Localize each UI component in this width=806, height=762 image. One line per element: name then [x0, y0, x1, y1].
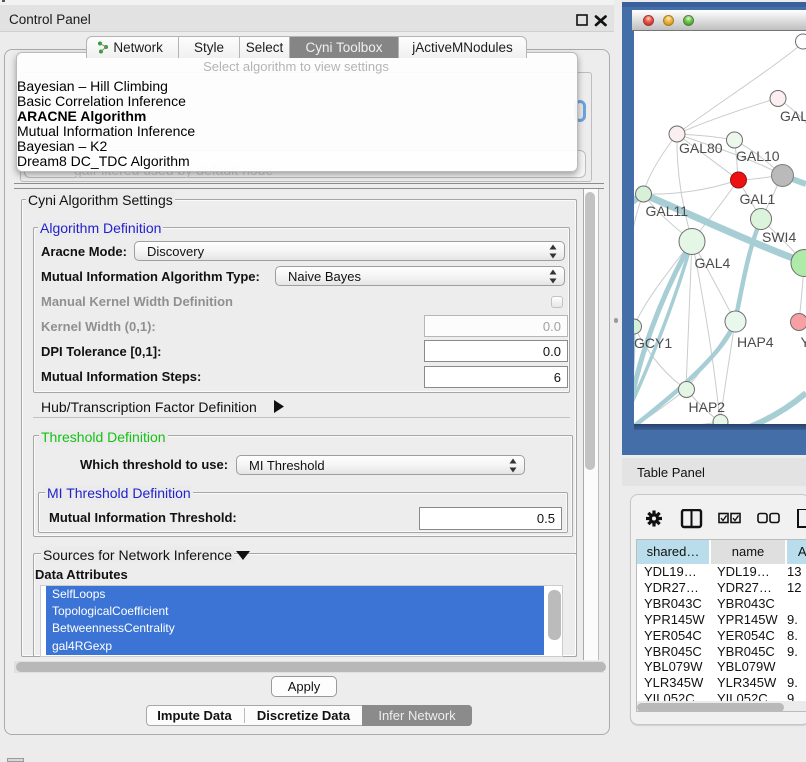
svg-text:GAL4: GAL4: [695, 255, 731, 271]
svg-text:GAL10: GAL10: [736, 148, 780, 164]
svg-text:SWI4: SWI4: [762, 229, 796, 245]
svg-text:GAL1: GAL1: [740, 191, 776, 207]
svg-text:HAP2: HAP2: [689, 399, 726, 415]
svg-text:GAL80: GAL80: [679, 140, 723, 156]
svg-text:HAP4: HAP4: [737, 334, 774, 350]
svg-text:GCY1: GCY1: [634, 335, 672, 351]
svg-text:GAL8: GAL8: [780, 108, 806, 124]
svg-text:Y: Y: [801, 334, 806, 350]
svg-text:GAL11: GAL11: [646, 203, 689, 219]
